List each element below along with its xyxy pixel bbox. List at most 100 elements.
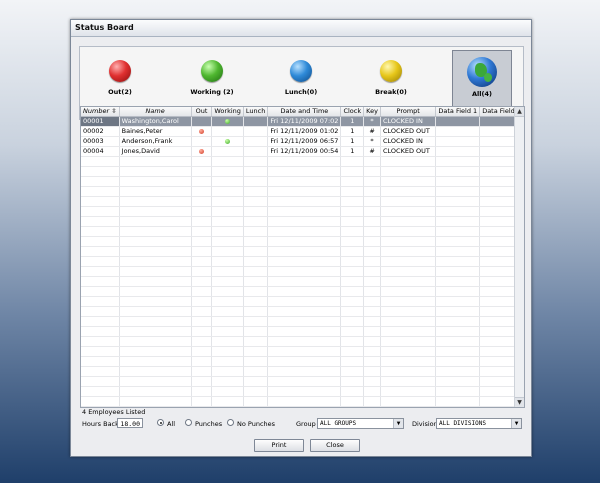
table-row[interactable] (81, 176, 524, 187)
cell-clock (340, 236, 365, 247)
table-row[interactable] (81, 336, 524, 347)
cell-key (363, 206, 381, 217)
table-row[interactable] (81, 186, 524, 197)
cell-lunch (243, 356, 269, 367)
col-header-working[interactable]: Working (211, 107, 244, 117)
scroll-up-icon[interactable]: ▲ (515, 107, 524, 117)
vertical-scrollbar[interactable]: ▲ ▼ (514, 107, 524, 407)
cell-key (363, 306, 381, 317)
cell-prompt (380, 326, 437, 337)
group-select-value: ALL GROUPS (320, 420, 357, 427)
col-header-lunch[interactable]: Lunch (243, 107, 269, 117)
table-row[interactable] (81, 326, 524, 337)
cell-working (211, 166, 244, 177)
table-row[interactable] (81, 406, 524, 407)
table-row[interactable] (81, 196, 524, 207)
col-header-number[interactable]: Number ⇳ (81, 107, 120, 117)
cell-lunch (243, 226, 269, 237)
scroll-down-icon[interactable]: ▼ (515, 397, 524, 407)
cell-prompt (380, 186, 437, 197)
cell-prompt (380, 356, 437, 367)
table-row[interactable] (81, 296, 524, 307)
cell-key (363, 316, 381, 327)
table-row[interactable] (81, 166, 524, 177)
table-row[interactable] (81, 306, 524, 317)
cell-out (191, 146, 213, 157)
table-row[interactable] (81, 276, 524, 287)
table-row[interactable] (81, 366, 524, 377)
status-lunch-label: Lunch(0) (284, 88, 318, 96)
cell-clock (340, 166, 365, 177)
col-header-datetime[interactable]: Date and Time (267, 107, 342, 117)
cell-out (191, 236, 213, 247)
cell-name (119, 356, 192, 367)
cell-name (119, 386, 192, 397)
cell-lunch (243, 376, 269, 387)
table-row[interactable]: 00001 Washington,Carol Fri 12/11/2009 07:0… (81, 116, 524, 127)
cell-working (211, 296, 244, 307)
hours-back-input[interactable]: 18.00 (117, 418, 143, 428)
col-header-name[interactable]: Name (119, 107, 192, 117)
employee-grid[interactable]: Number ⇳ Name Out Working Lunch Date and… (80, 106, 525, 408)
table-row[interactable] (81, 356, 524, 367)
cell-out (191, 216, 213, 227)
cell-lunch (243, 216, 269, 227)
table-row[interactable]: 00004 Jones,David Fri 12/11/2009 00:54 1 # CL… (81, 146, 524, 157)
cell-datetime (267, 286, 342, 297)
division-select[interactable]: ALL DIVISIONS ▼ (436, 418, 522, 429)
table-row[interactable] (81, 236, 524, 247)
cell-out (191, 326, 213, 337)
table-row[interactable]: 00003 Anderson,Frank Fri 12/11/2009 06:57 1… (81, 136, 524, 147)
cell-key (363, 256, 381, 267)
table-row[interactable] (81, 386, 524, 397)
cell-clock (340, 316, 365, 327)
print-button[interactable]: Print (254, 439, 304, 452)
table-row[interactable] (81, 226, 524, 237)
cell-number (81, 266, 120, 277)
table-row[interactable] (81, 246, 524, 257)
cell-out (191, 286, 213, 297)
cell-prompt (380, 396, 437, 407)
cell-datetime (267, 266, 342, 277)
col-header-out[interactable]: Out (191, 107, 213, 117)
cell-out (191, 296, 213, 307)
cell-out (191, 266, 213, 277)
cell-working (211, 226, 244, 237)
cell-name (119, 366, 192, 377)
cell-out (191, 386, 213, 397)
table-row[interactable] (81, 206, 524, 217)
table-row[interactable] (81, 396, 524, 407)
cell-df1 (435, 126, 481, 137)
cell-working (211, 206, 244, 217)
cell-lunch (243, 276, 269, 287)
table-row[interactable]: 00002 Baines,Peter Fri 12/11/2009 01:02 1 # C… (81, 126, 524, 137)
cell-df1 (435, 256, 481, 267)
table-row[interactable] (81, 266, 524, 277)
cell-prompt (380, 236, 437, 247)
cell-prompt (380, 196, 437, 207)
cell-df1 (435, 176, 481, 187)
radio-punches[interactable] (185, 419, 192, 426)
cell-working (211, 156, 244, 167)
table-row[interactable] (81, 346, 524, 357)
table-row[interactable] (81, 216, 524, 227)
radio-no-punches[interactable] (227, 419, 234, 426)
radio-all[interactable] (157, 419, 164, 426)
table-row[interactable] (81, 316, 524, 327)
table-row[interactable] (81, 286, 524, 297)
group-select[interactable]: ALL GROUPS ▼ (317, 418, 404, 429)
cell-key (363, 296, 381, 307)
cell-number (81, 396, 120, 407)
cell-clock (340, 326, 365, 337)
col-header-prompt[interactable]: Prompt (380, 107, 437, 117)
cell-out (191, 406, 213, 407)
cell-prompt: CLOCKED IN (380, 116, 437, 127)
col-header-key[interactable]: Key (363, 107, 381, 117)
cell-key (363, 366, 381, 377)
table-row[interactable] (81, 256, 524, 267)
close-button[interactable]: Close (310, 439, 360, 452)
table-row[interactable] (81, 376, 524, 387)
col-header-data-field-1[interactable]: Data Field 1 (435, 107, 481, 117)
col-header-clock[interactable]: Clock (340, 107, 365, 117)
table-row[interactable] (81, 156, 524, 167)
